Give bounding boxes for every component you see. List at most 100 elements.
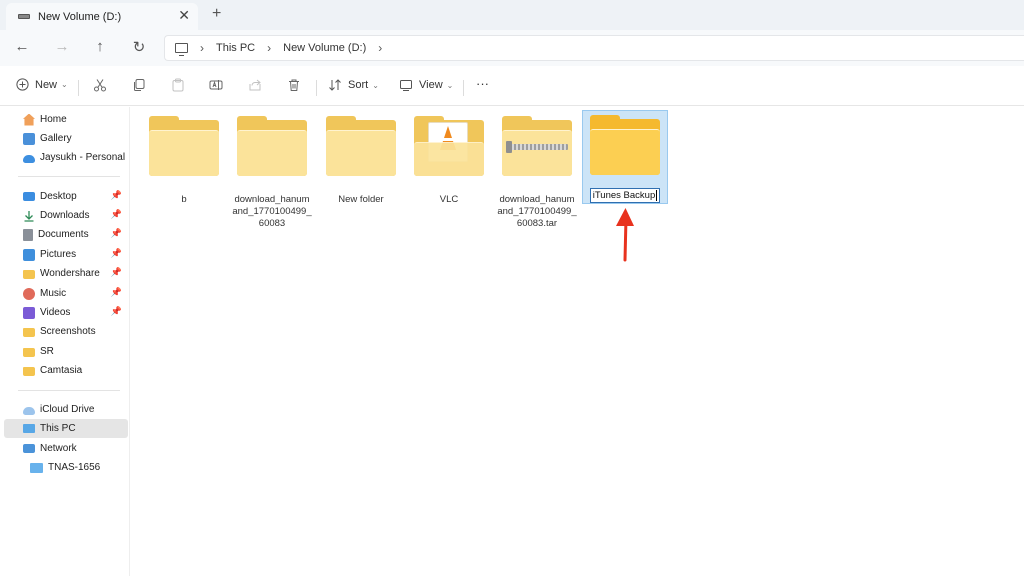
sidebar-item-label: Pictures	[40, 249, 77, 260]
sidebar-item-label: Wondershare	[40, 268, 100, 279]
folder-icon	[237, 116, 307, 180]
breadcrumb-this-pc[interactable]: This PC	[216, 42, 255, 54]
sidebar-item-label: Network	[40, 443, 77, 454]
pin-icon: 📌	[110, 306, 122, 316]
copy-icon	[134, 79, 145, 91]
plus-circle-icon	[16, 78, 29, 91]
sort-label: Sort	[348, 79, 369, 91]
folder-item-b[interactable]: b	[141, 112, 227, 232]
archive-item-tar[interactable]: download_hanumand_1770100499_60083.tar	[494, 112, 580, 232]
pin-icon: 📌	[110, 248, 122, 258]
sidebar-item-label: Screenshots	[40, 326, 96, 337]
copy-button[interactable]	[132, 78, 146, 92]
sort-icon	[329, 79, 341, 91]
item-name: b	[181, 194, 187, 205]
rename-input[interactable]: iTunes Backup	[589, 188, 661, 203]
sidebar-item-downloads[interactable]: Downloads 📌	[4, 206, 128, 225]
divider	[463, 80, 464, 96]
up-button[interactable]: ↑	[90, 38, 110, 55]
share-button[interactable]	[248, 78, 262, 92]
navigation-pane: Home Gallery Jaysukh - Personal Desktop …	[0, 107, 130, 576]
view-button[interactable]: View ⌄	[399, 78, 453, 92]
sidebar-item-tnas[interactable]: TNAS-1656	[4, 458, 128, 477]
home-icon	[23, 113, 35, 126]
close-tab-icon[interactable]: ✕	[178, 7, 190, 24]
desktop-icon	[23, 192, 35, 201]
zip-folder-icon	[502, 116, 572, 180]
drive-icon	[18, 14, 30, 19]
refresh-button[interactable]: ↻	[129, 38, 149, 56]
network-icon	[23, 444, 35, 453]
sidebar-divider	[18, 176, 120, 177]
sidebar-item-label: TNAS-1656	[48, 462, 101, 473]
sidebar-item-gallery[interactable]: Gallery	[4, 129, 128, 148]
videos-icon	[23, 306, 35, 319]
sidebar-item-label: Music	[40, 288, 67, 299]
view-label: View	[419, 79, 443, 91]
nas-icon	[30, 462, 43, 473]
forward-button[interactable]: →	[52, 38, 72, 55]
sidebar-item-sr[interactable]: SR	[4, 342, 128, 361]
paste-icon	[172, 78, 184, 92]
sidebar-item-music[interactable]: Music 📌	[4, 284, 128, 303]
breadcrumb-new-volume[interactable]: New Volume (D:)	[283, 42, 366, 54]
breadcrumb-separator[interactable]: ›	[378, 41, 382, 55]
zipper-icon	[506, 144, 568, 150]
chevron-down-icon: ⌄	[61, 80, 68, 89]
back-button[interactable]: ←	[12, 38, 32, 55]
view-icon	[400, 80, 412, 91]
more-options-button[interactable]: ···	[476, 76, 489, 91]
title-bar: New Volume (D:) ✕ +	[0, 0, 1024, 30]
folder-item-download[interactable]: download_hanumand_1770100499_60083	[229, 112, 315, 232]
folder-icon	[326, 116, 396, 180]
rename-icon	[209, 80, 223, 90]
breadcrumb-separator: ›	[200, 41, 204, 55]
pin-icon: 📌	[110, 267, 122, 277]
folder-item-vlc[interactable]: VLC	[406, 112, 492, 232]
sidebar-item-wondershare[interactable]: Wondershare 📌	[4, 264, 128, 283]
paste-button[interactable]	[171, 78, 185, 92]
pictures-icon	[23, 248, 35, 261]
folder-icon	[23, 269, 35, 279]
new-button[interactable]: New ⌄	[16, 78, 68, 91]
breadcrumb-separator: ›	[267, 41, 272, 55]
icloud-icon	[23, 406, 35, 415]
sidebar-item-pictures[interactable]: Pictures 📌	[4, 245, 128, 264]
sidebar-item-onedrive[interactable]: Jaysukh - Personal	[4, 148, 128, 167]
music-icon	[23, 287, 35, 300]
new-tab-button[interactable]: +	[212, 5, 221, 23]
onedrive-icon	[23, 154, 35, 163]
tab-new-volume[interactable]: New Volume (D:) ✕	[6, 3, 198, 30]
sort-button[interactable]: Sort ⌄	[328, 78, 379, 92]
folder-item-new-folder[interactable]: New folder	[318, 112, 404, 232]
sidebar-item-icloud-drive[interactable]: iCloud Drive	[4, 400, 128, 419]
pin-icon: 📌	[110, 287, 122, 297]
sidebar-item-documents[interactable]: Documents 📌	[4, 225, 128, 244]
pin-icon: 📌	[110, 190, 122, 200]
new-label: New	[35, 78, 58, 91]
command-bar: New ⌄ Sort ⌄ View ⌄ ···	[0, 68, 1024, 106]
cut-button[interactable]	[93, 78, 107, 92]
rename-button[interactable]	[209, 78, 223, 92]
item-name: download_hanumand_1770100499_60083	[232, 194, 312, 229]
sidebar-item-label: SR	[40, 346, 54, 357]
computer-icon	[175, 43, 188, 56]
sidebar-item-label: Camtasia	[40, 365, 83, 376]
delete-button[interactable]	[287, 78, 301, 92]
sidebar-item-screenshots[interactable]: Screenshots	[4, 322, 128, 341]
sidebar-item-desktop[interactable]: Desktop 📌	[4, 187, 128, 206]
text-cursor	[656, 190, 658, 201]
pin-icon: 📌	[110, 209, 122, 219]
sidebar-item-this-pc[interactable]: This PC	[4, 419, 128, 438]
annotation-arrow-icon	[616, 208, 634, 262]
sidebar-item-videos[interactable]: Videos 📌	[4, 303, 128, 322]
sidebar-item-camtasia[interactable]: Camtasia	[4, 361, 128, 380]
folder-item-itunes-backup[interactable]: iTunes Backup	[582, 110, 668, 204]
address-bar[interactable]: › This PC › New Volume (D:) ›	[164, 35, 1024, 61]
divider	[78, 80, 79, 96]
sidebar-item-home[interactable]: Home	[4, 110, 128, 129]
sidebar-item-label: Jaysukh - Personal	[40, 152, 126, 163]
chevron-down-icon: ⌄	[446, 80, 454, 90]
rename-input-value: iTunes Backup	[592, 190, 656, 201]
sidebar-item-network[interactable]: Network	[4, 439, 128, 458]
